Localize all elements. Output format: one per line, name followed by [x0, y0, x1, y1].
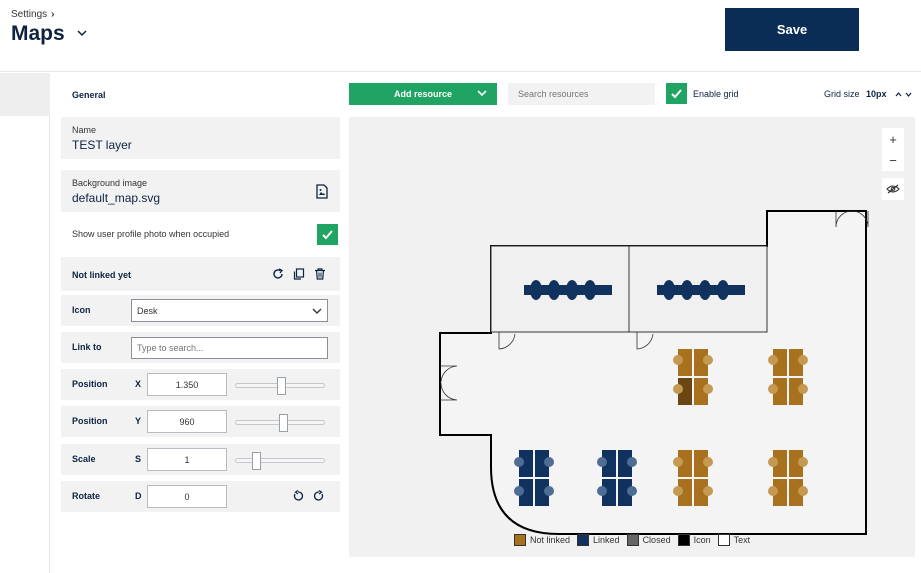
scale-row: Scale S 1	[61, 444, 340, 475]
checkmark-icon	[322, 230, 333, 240]
grid-size-label: Grid size	[824, 89, 860, 99]
profile-photo-label: Show user profile photo when occupied	[72, 229, 230, 239]
trash-icon[interactable]	[314, 268, 326, 280]
legend-item: Not linked	[514, 534, 570, 546]
legend-label: Icon	[693, 535, 711, 545]
position-y-thumb[interactable]	[278, 414, 288, 432]
position-y-row: Position Y 960	[61, 406, 340, 437]
scale-label: Scale	[72, 454, 96, 464]
icon-select-value: Desk	[137, 306, 158, 316]
breadcrumb[interactable]: Settings ›	[11, 9, 54, 20]
legend-label: Closed	[642, 535, 671, 545]
rotate-right-icon[interactable]	[313, 490, 325, 502]
map-legend: Not linked Linked Closed Icon Text	[514, 533, 757, 547]
position-x-row: Position X 1.350	[61, 369, 340, 400]
background-image-value: default_map.svg	[72, 191, 161, 205]
axis-d-label: D	[135, 491, 142, 501]
legend-label: Text	[733, 535, 751, 545]
legend-label: Not linked	[530, 535, 571, 545]
enable-grid-checkbox[interactable]	[666, 83, 687, 104]
rotate-row: Rotate D 0	[61, 481, 340, 512]
legend-label: Linked	[593, 535, 620, 545]
position-x-slider[interactable]	[235, 377, 325, 395]
rotate-input[interactable]: 0	[147, 485, 227, 508]
image-file-icon[interactable]	[315, 184, 328, 199]
enable-grid-label: Enable grid	[693, 89, 739, 99]
link-search-input[interactable]	[131, 337, 328, 359]
add-resource-button[interactable]: Add resource	[349, 83, 497, 105]
legend-item: Text	[717, 534, 751, 546]
nav-item-selected[interactable]	[0, 73, 50, 116]
page-title: Maps	[11, 22, 65, 45]
axis-x-label: X	[135, 379, 142, 389]
position-y-label: Position	[72, 416, 108, 426]
page-header: Settings › Maps Save	[0, 0, 921, 72]
add-resource-label: Add resource	[393, 89, 453, 99]
rotate-left-icon[interactable]	[292, 490, 304, 502]
chevron-down-icon	[477, 90, 487, 97]
grid-size-stepper[interactable]	[895, 90, 915, 98]
name-field[interactable]: Name TEST layer	[61, 117, 340, 159]
save-button[interactable]: Save	[725, 8, 859, 51]
profile-photo-setting: Show user profile photo when occupied	[61, 222, 340, 246]
position-x-thumb[interactable]	[277, 377, 286, 395]
axis-s-label: S	[135, 454, 142, 464]
grid-size-value: 10px	[866, 89, 887, 99]
legend-item: Closed	[626, 534, 671, 546]
scale-slider[interactable]	[235, 452, 325, 470]
floor-plan	[439, 210, 869, 535]
scale-input[interactable]: 1	[147, 448, 227, 471]
chevron-up-icon[interactable]	[895, 92, 902, 97]
checkmark-icon	[671, 89, 682, 99]
breadcrumb-settings[interactable]: Settings	[11, 9, 47, 20]
chevron-down-icon	[312, 308, 322, 314]
position-x-label: Position	[72, 379, 108, 389]
axis-y-label: Y	[135, 416, 142, 426]
chevron-right-icon: ›	[51, 9, 55, 20]
background-image-field[interactable]: Background image default_map.svg	[61, 170, 340, 212]
scale-thumb[interactable]	[252, 452, 262, 470]
legend-item: Icon	[677, 534, 711, 546]
name-value[interactable]: TEST layer	[72, 138, 132, 152]
link-label: Link to	[72, 342, 102, 352]
general-heading: General	[72, 90, 106, 100]
legend-item: Linked	[577, 534, 620, 546]
chevron-down-icon[interactable]	[76, 28, 88, 38]
rotate-label: Rotate	[72, 491, 101, 501]
item-header: Not linked yet	[61, 257, 340, 291]
icon-label: Icon	[72, 305, 91, 315]
position-x-input[interactable]: 1.350	[147, 373, 227, 396]
refresh-icon[interactable]	[272, 268, 284, 280]
chevron-down-icon[interactable]	[905, 92, 912, 97]
left-navigation	[0, 73, 50, 573]
map-canvas[interactable]: + −	[349, 117, 915, 557]
position-y-slider[interactable]	[235, 414, 325, 432]
name-label: Name	[72, 125, 97, 135]
link-row: Link to	[61, 332, 340, 363]
item-title: Not linked yet	[72, 270, 132, 280]
search-resources-input[interactable]	[508, 83, 655, 105]
icon-select[interactable]: Desk	[131, 299, 328, 322]
background-image-label: Background image	[72, 178, 148, 188]
profile-photo-checkbox[interactable]	[317, 224, 338, 245]
position-y-input[interactable]: 960	[147, 410, 227, 433]
icon-row: Icon Desk	[61, 295, 340, 326]
copy-icon[interactable]	[293, 268, 305, 280]
